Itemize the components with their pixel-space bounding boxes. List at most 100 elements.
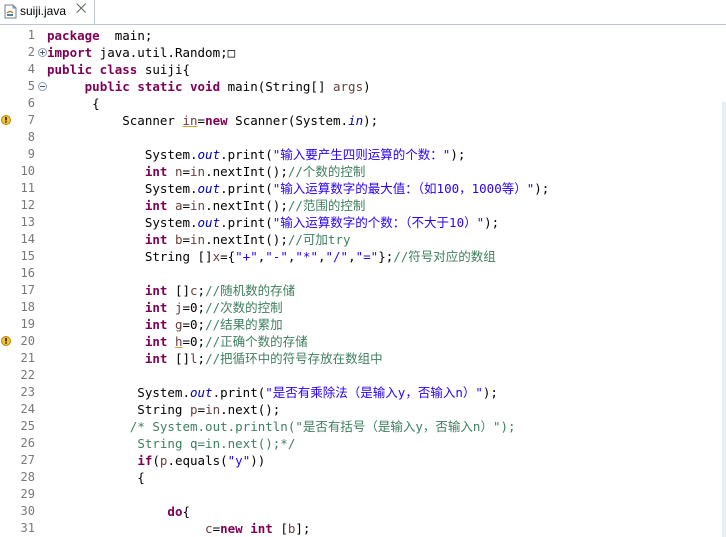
- code-token: do: [167, 504, 183, 519]
- code-line[interactable]: Scanner in=new Scanner(System.in);: [47, 112, 378, 129]
- code-line[interactable]: String q=in.next();*/: [47, 435, 295, 452]
- code-token: =: [212, 521, 221, 536]
- code-line[interactable]: int n=in.nextInt();//个数的控制: [47, 163, 366, 180]
- line-number: 13: [20, 215, 35, 229]
- warning-icon[interactable]: [1, 114, 13, 126]
- code-line[interactable]: int b=in.nextInt();//可加try: [47, 231, 351, 248]
- code-line[interactable]: import java.util.Random;□: [47, 44, 235, 61]
- line-number: 6: [27, 96, 35, 110]
- line-number: 8: [27, 130, 35, 144]
- code-token: System.: [47, 181, 198, 196]
- code-line[interactable]: do{: [47, 503, 190, 520]
- code-token: "输入运算数字的个数：（不大于10）": [272, 215, 485, 230]
- code-line[interactable]: System.out.print("输入运算数字的个数：（不大于10）");: [47, 214, 499, 231]
- code-line[interactable]: package main;: [47, 27, 152, 44]
- expand-fold-icon[interactable]: [38, 48, 47, 57]
- code-token: "+": [235, 249, 258, 264]
- code-token: .nextInt();: [205, 164, 288, 179]
- close-tab-icon[interactable]: ⨉: [76, 2, 86, 17]
- code-token: };: [378, 249, 394, 264]
- code-token: []: [167, 351, 190, 366]
- code-line[interactable]: String p=in.next();: [47, 401, 280, 418]
- code-line[interactable]: int []l;//把循环中的符号存放在数组中: [47, 350, 383, 367]
- line-number: 10: [20, 164, 35, 178]
- editor-tab-bar: suiji.java ⨉: [0, 0, 726, 25]
- code-line[interactable]: public static void main(String[] args): [47, 78, 371, 95]
- line-number: 25: [20, 419, 35, 433]
- code-token: =: [182, 198, 191, 213]
- code-line[interactable]: c=new int [b];: [47, 520, 310, 537]
- line-number: 14: [20, 232, 35, 246]
- code-line[interactable]: {: [47, 95, 100, 112]
- code-line[interactable]: int g=0;//结果的累加: [47, 316, 283, 333]
- code-token: =: [197, 402, 206, 417]
- code-line[interactable]: public class suiji{: [47, 61, 190, 78]
- line-number: 31: [20, 521, 35, 535]
- code-token: out: [197, 181, 221, 196]
- code-token: .nextInt();: [205, 198, 288, 213]
- line-number: 27: [20, 453, 35, 467]
- code-line[interactable]: String []x={"+","-","*","/","="};//符号对应的…: [47, 248, 496, 265]
- code-line[interactable]: int h=0;//正确个数的存储: [47, 333, 308, 350]
- code-area[interactable]: package main; import java.util.Random;□ pu…: [47, 26, 726, 537]
- code-token: [: [272, 521, 288, 536]
- code-token: );: [482, 385, 498, 400]
- collapse-fold-icon[interactable]: [38, 82, 47, 91]
- line-number-gutter: 1 2 4 5 6 7 8 9 10 11 12 13 14 15 16 17 18 19 20 21 22 23 24 25…: [14, 26, 38, 537]
- tab-suiji-java[interactable]: suiji.java ⨉: [0, 0, 95, 24]
- code-token: "输入运算数字的最大值：（如100，1000等）": [272, 181, 535, 196]
- code-token: "y": [227, 453, 251, 468]
- code-token: "*": [295, 249, 318, 264]
- code-token: String []: [47, 249, 213, 264]
- code-line[interactable]: int a=in.nextInt();//范围的控制: [47, 197, 366, 214]
- code-line[interactable]: int j=0;//次数的控制: [47, 299, 283, 316]
- line-number: 2: [27, 45, 35, 59]
- line-number: 22: [20, 368, 35, 382]
- code-token: {: [182, 504, 191, 519]
- code-line[interactable]: {: [47, 469, 145, 486]
- code-token: int: [144, 351, 168, 366]
- code-token: in: [205, 402, 221, 417]
- code-token: in: [190, 232, 206, 247]
- code-editor[interactable]: 1 2 4 5 6 7 8 9 10 11 12 13 14 15 16 17 18 19 20 21 22 23 24 25…: [0, 26, 726, 537]
- code-line[interactable]: /* System.out.println("是否有括号（是输入y，否输入n）"…: [47, 418, 516, 435]
- code-line[interactable]: if(p.equals("y")): [47, 452, 265, 469]
- code-token: //结果的累加: [205, 317, 283, 332]
- line-number: 1: [27, 28, 35, 42]
- code-token: .print(: [220, 181, 273, 196]
- code-line[interactable]: System.out.print("是否有乘除法（是输入y，否输入n）");: [47, 384, 498, 401]
- code-token: "=": [355, 249, 379, 264]
- code-token: public class: [47, 62, 138, 77]
- warning-icon[interactable]: [1, 335, 13, 347]
- code-line[interactable]: System.out.print("输入要产生四则运算的个数：");: [47, 146, 466, 163]
- line-number: 30: [20, 504, 35, 518]
- code-token: =: [197, 113, 206, 128]
- code-token: int: [144, 334, 168, 349]
- code-token: l: [190, 351, 198, 366]
- code-token: int: [144, 283, 168, 298]
- code-token: ): [363, 79, 371, 94]
- tab-filename: suiji.java: [20, 4, 67, 18]
- code-line[interactable]: int []c;//随机数的存储: [47, 282, 295, 299]
- code-token: );: [450, 147, 466, 162]
- code-token: //正确个数的存储: [205, 334, 308, 349]
- code-token: int: [144, 232, 168, 247]
- line-number: 20: [20, 334, 35, 348]
- code-token: //符号对应的数组: [393, 249, 496, 264]
- code-token: //可加try: [287, 232, 351, 247]
- code-line[interactable]: System.out.print("输入运算数字的最大值：（如100，1000等…: [47, 180, 550, 197]
- code-token: in: [190, 164, 206, 179]
- code-token: in: [190, 198, 206, 213]
